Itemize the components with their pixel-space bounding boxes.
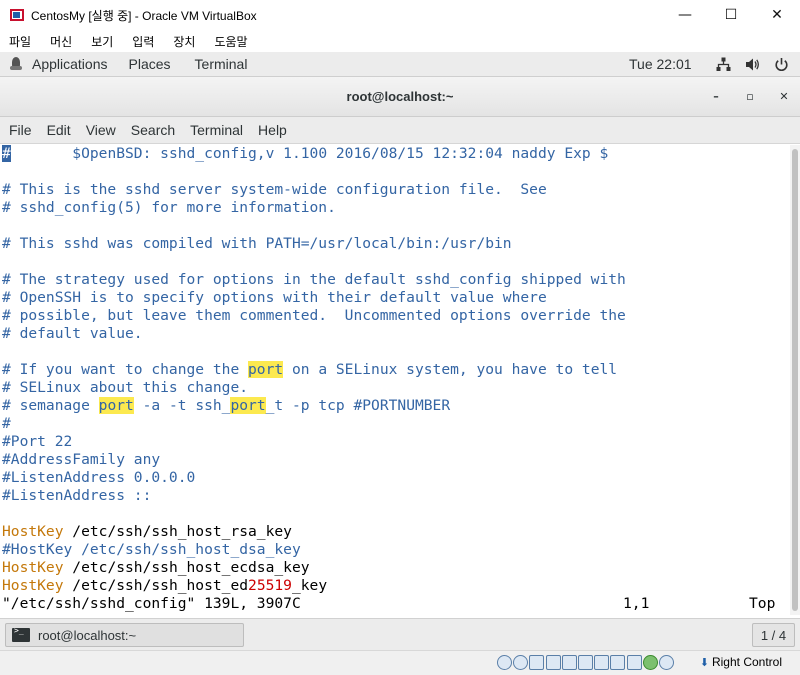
editor-line: # OpenSSH is to specify options with the…	[2, 289, 547, 306]
terminal-maximize-button[interactable]: ▫	[742, 88, 758, 104]
editor-line: #ListenAddress ::	[2, 487, 152, 504]
applications-label: Applications	[32, 56, 108, 72]
volume-icon[interactable]	[743, 55, 761, 73]
scrollbar-thumb[interactable]	[792, 149, 798, 611]
virtualbox-menubar: 파일 머신 보기 입력 장치 도움말	[0, 30, 800, 52]
shared-folder-icon[interactable]	[577, 655, 593, 670]
status-cursor-position: 1,1	[623, 595, 650, 612]
power-icon[interactable]	[772, 55, 790, 73]
menu-input[interactable]: 입력	[132, 33, 154, 50]
editor-line: # This is the sshd server system-wide co…	[2, 181, 547, 198]
virtualbox-status-bar: ⬇ Right Control	[0, 650, 800, 675]
maximize-button[interactable]: ☐	[708, 0, 754, 30]
terminal-icon	[12, 626, 30, 642]
config-keyword: HostKey	[2, 559, 64, 576]
terminal-scrollbar[interactable]	[790, 145, 800, 615]
mouse-integration-icon[interactable]	[642, 655, 658, 670]
editor-line: # possible, but leave them commented. Un…	[2, 307, 626, 324]
terminal-menu-file[interactable]: File	[9, 122, 32, 138]
status-file-info: "/etc/ssh/sshd_config" 139L, 3907C	[2, 595, 301, 612]
editor-line: HostKey /etc/ssh/ssh_host_rsa_key	[2, 523, 292, 540]
menu-machine[interactable]: 머신	[50, 33, 72, 50]
search-highlight: port	[230, 397, 266, 414]
window-title: CentosMy [실행 중] - Oracle VM VirtualBox	[31, 8, 257, 23]
menu-view[interactable]: 보기	[91, 33, 113, 50]
editor-line: # semanage port -a -t ssh_port_t -p tcp …	[2, 397, 451, 414]
search-highlight: port	[98, 397, 134, 414]
clock[interactable]: Tue 22:01	[629, 56, 692, 72]
config-keyword: HostKey	[2, 577, 64, 594]
editor-line: # SELinux about this change.	[2, 379, 249, 396]
minimize-button[interactable]: —	[662, 0, 708, 30]
status-scroll-position: Top	[749, 595, 776, 612]
recording-icon[interactable]	[610, 655, 626, 670]
editor-line: # default value.	[2, 325, 143, 342]
terminal-close-button[interactable]: ✕	[776, 88, 792, 104]
audio-icon[interactable]	[529, 655, 545, 670]
editor-line: HostKey /etc/ssh/ssh_host_ed25519_key	[2, 577, 328, 594]
terminal-text-area[interactable]: # $OpenBSD: sshd_config,v 1.100 2016/08/…	[0, 145, 790, 615]
editor-line: #HostKey /etc/ssh/ssh_host_dsa_key	[2, 541, 301, 558]
network-icon[interactable]	[545, 655, 561, 670]
terminal-menubar: File Edit View Search Terminal Help	[0, 117, 800, 144]
virtualbox-app-icon	[9, 7, 25, 23]
applications-menu[interactable]: Applications	[0, 56, 108, 72]
terminal-header-bar: root@localhost:~ – ▫ ✕	[0, 77, 800, 117]
menu-help[interactable]: 도움말	[214, 33, 247, 50]
editor-line: # The strategy used for options in the d…	[2, 271, 626, 288]
config-keyword: HostKey	[2, 523, 64, 540]
arrow-down-icon: ⬇	[699, 655, 709, 669]
menu-file[interactable]: 파일	[9, 33, 31, 50]
optical-icon[interactable]	[513, 655, 529, 670]
editor-line: HostKey /etc/ssh/ssh_host_ecdsa_key	[2, 559, 310, 576]
text-cursor: #	[2, 145, 11, 162]
keyboard-icon[interactable]	[658, 655, 674, 670]
taskbar-item-label: root@localhost:~	[38, 627, 137, 643]
vim-status-line: "/etc/ssh/sshd_config" 139L, 3907C 1,1 T…	[0, 595, 790, 613]
gnome-top-bar: Applications Places Terminal Tue 22:01	[0, 52, 800, 77]
terminal-menu-view[interactable]: View	[86, 122, 116, 138]
editor-line: #ListenAddress 0.0.0.0	[2, 469, 196, 486]
editor-line: # $OpenBSD: sshd_config,v 1.100 2016/08/…	[2, 145, 609, 162]
host-key-indicator: ⬇ Right Control	[700, 655, 782, 669]
gnome-bottom-panel: root@localhost:~ 1 / 4	[0, 618, 800, 650]
places-menu[interactable]: Places	[129, 56, 171, 72]
terminal-title: root@localhost:~	[346, 89, 454, 104]
terminal-app-menu[interactable]: Terminal	[195, 56, 248, 72]
network-icon[interactable]	[714, 55, 732, 73]
terminal-menu-search[interactable]: Search	[131, 122, 175, 138]
terminal-minimize-button[interactable]: –	[708, 88, 724, 104]
cpu-icon[interactable]	[626, 655, 642, 670]
workspace-switcher[interactable]: 1 / 4	[752, 623, 795, 647]
editor-line: # If you want to change the port on a SE…	[2, 361, 618, 378]
host-key-label: Right Control	[711, 655, 782, 669]
terminal-menu-help[interactable]: Help	[258, 122, 287, 138]
applications-icon	[9, 57, 23, 71]
close-button[interactable]: ✕	[754, 0, 800, 30]
virtualbox-title-bar: CentosMy [실행 중] - Oracle VM VirtualBox —…	[0, 0, 800, 30]
display-icon[interactable]	[594, 655, 610, 670]
editor-line: # sshd_config(5) for more information.	[2, 199, 336, 216]
editor-line: #AddressFamily any	[2, 451, 161, 468]
menu-devices[interactable]: 장치	[173, 33, 195, 50]
terminal-menu-terminal[interactable]: Terminal	[190, 122, 243, 138]
terminal-menu-edit[interactable]: Edit	[47, 122, 71, 138]
editor-line: #Port 22	[2, 433, 73, 450]
disk-icon[interactable]	[497, 655, 512, 670]
editor-line: #	[2, 415, 11, 432]
search-highlight: port	[248, 361, 284, 378]
taskbar-terminal-item[interactable]: root@localhost:~	[5, 623, 244, 647]
editor-line: # This sshd was compiled with PATH=/usr/…	[2, 235, 512, 252]
usb-icon[interactable]	[561, 655, 577, 670]
